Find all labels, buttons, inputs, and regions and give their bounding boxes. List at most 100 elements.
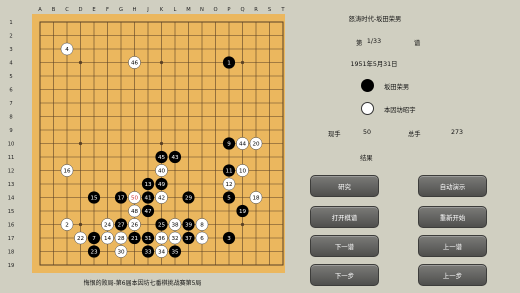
- row-label: 15: [8, 209, 15, 215]
- col-label: M: [186, 7, 190, 13]
- star-point: [240, 60, 245, 65]
- star-point: [240, 222, 245, 227]
- info-panel: 怒涛时代-坂田荣男 第 1/33 谱 1951年5月31日 坂田荣男 本因坊昭宇…: [300, 0, 520, 293]
- col-label: Q: [240, 7, 244, 13]
- move-number: 36: [158, 236, 166, 242]
- move-number: 37: [185, 236, 193, 242]
- move-number: 29: [185, 196, 193, 202]
- star-point: [78, 222, 83, 227]
- move-number: 16: [63, 169, 71, 175]
- row-label: 18: [8, 249, 15, 255]
- move-number: 21: [131, 236, 139, 242]
- row-label: 9: [9, 128, 12, 134]
- move-number: 47: [144, 209, 152, 215]
- black-stone-icon: [361, 79, 374, 92]
- move-number: 18: [252, 196, 260, 202]
- research-button[interactable]: 研究: [310, 175, 379, 197]
- move-number: 32: [171, 236, 178, 242]
- move-number: 10: [239, 169, 247, 175]
- move-number: 4: [65, 47, 69, 53]
- move-number: 20: [252, 142, 260, 148]
- row-label: 11: [8, 155, 15, 161]
- move-number: 15: [90, 196, 98, 202]
- move-number: 50: [131, 196, 139, 202]
- col-label: A: [38, 7, 42, 13]
- row-label: 12: [8, 168, 15, 174]
- move-number: 26: [131, 223, 139, 229]
- game-date: 1951年5月31日: [350, 61, 398, 68]
- page-indicator: 1/33: [366, 38, 382, 45]
- col-label: P: [227, 7, 230, 13]
- row-label: 2: [9, 33, 12, 39]
- row-label: 1: [9, 20, 12, 26]
- col-label: S: [268, 7, 271, 13]
- move-number: 39: [185, 223, 193, 229]
- col-label: C: [65, 7, 69, 13]
- move-number: 34: [158, 250, 166, 256]
- row-label: 6: [9, 87, 12, 93]
- move-number: 27: [117, 223, 125, 229]
- auto-play-button[interactable]: 自动演示: [418, 175, 487, 197]
- move-number: 24: [104, 223, 112, 229]
- move-number: 11: [225, 169, 233, 175]
- move-number: 9: [227, 142, 231, 148]
- white-player-name: 本因坊昭宇: [384, 107, 416, 114]
- move-number: 38: [171, 223, 179, 229]
- row-label: 8: [9, 114, 12, 120]
- move-number: 6: [200, 236, 204, 242]
- move-number: 8: [200, 223, 204, 229]
- move-number: 28: [117, 236, 125, 242]
- move-number: 12: [225, 182, 232, 188]
- move-number: 45: [158, 155, 166, 161]
- move-number: 2: [65, 223, 69, 229]
- move-number: 49: [158, 182, 166, 188]
- star-point: [159, 60, 164, 65]
- move-number: 23: [90, 250, 98, 256]
- page-prefix: 第: [356, 40, 363, 47]
- next-move-button[interactable]: 下一步: [310, 264, 379, 286]
- col-label: D: [79, 7, 83, 13]
- move-number: 48: [131, 209, 139, 215]
- row-label: 16: [8, 222, 15, 228]
- move-number: 30: [117, 250, 125, 256]
- move-number: 43: [171, 155, 179, 161]
- col-label: E: [92, 7, 95, 13]
- move-number: 19: [239, 209, 247, 215]
- current-move-label: 现手: [328, 131, 341, 138]
- move-number: 14: [104, 236, 112, 242]
- go-board[interactable]: A B C D E F G H J K L M N O P Q R S T123456789101112131415…: [0, 0, 285, 293]
- current-move-value: 50: [363, 129, 372, 136]
- col-label: O: [213, 7, 217, 13]
- row-label: 17: [8, 236, 15, 242]
- move-number: 42: [158, 196, 165, 202]
- prev-move-button[interactable]: 上一步: [418, 264, 487, 286]
- row-label: 5: [9, 74, 12, 80]
- black-player-name: 坂田荣男: [384, 84, 410, 91]
- row-label: 4: [9, 60, 13, 66]
- star-point: [78, 141, 83, 146]
- restart-button[interactable]: 重新开始: [418, 206, 487, 228]
- move-number: 35: [171, 250, 179, 256]
- move-number: 41: [144, 196, 152, 202]
- next-record-button[interactable]: 下一谱: [310, 235, 379, 257]
- row-label: 13: [8, 182, 15, 188]
- col-label: T: [280, 7, 285, 13]
- white-stone-icon: [361, 102, 374, 115]
- col-label: K: [160, 7, 164, 13]
- result-label: 结果: [360, 155, 373, 162]
- row-label: 10: [8, 141, 15, 147]
- col-label: F: [106, 7, 109, 13]
- total-moves-label: 总手: [408, 131, 421, 138]
- col-label: N: [200, 7, 204, 13]
- move-number: 3: [227, 236, 231, 242]
- move-number: 31: [144, 236, 152, 242]
- game-caption: 悔恨的败局-第6届本因坊七番棋挑战赛第5局: [83, 280, 202, 287]
- open-record-button[interactable]: 打开棋谱: [310, 206, 379, 228]
- col-label: R: [254, 7, 258, 13]
- move-number: 25: [158, 223, 166, 229]
- move-number: 5: [227, 196, 231, 202]
- col-label: B: [52, 7, 56, 13]
- move-number: 1: [227, 61, 231, 67]
- prev-record-button[interactable]: 上一谱: [418, 235, 487, 257]
- record-title: 怒涛时代-坂田荣男: [348, 16, 402, 23]
